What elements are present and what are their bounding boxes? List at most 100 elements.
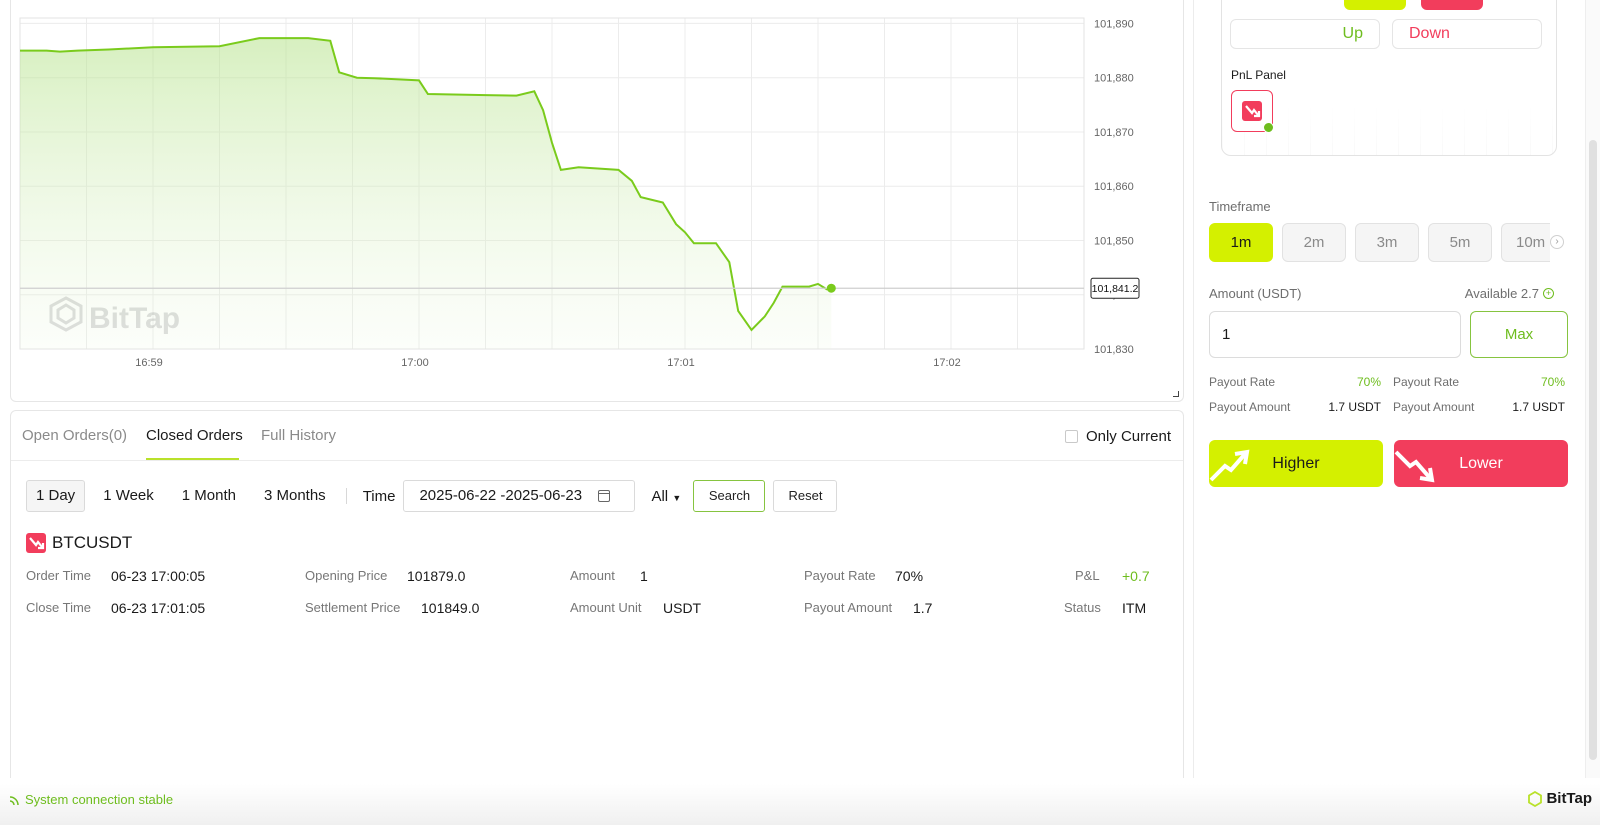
chevron-right-icon[interactable]: › — [1550, 235, 1564, 249]
symbol-name: BTCUSDT — [52, 533, 133, 552]
opening-price-label: Opening Price — [305, 568, 388, 583]
caret-down-icon: ▼ — [672, 492, 682, 503]
selected-check-icon — [1263, 122, 1274, 133]
price-chart[interactable]: 101,890 101,880 101,870 101,860 101,850 101,8… — [11, 0, 1185, 400]
scrollbar-thumb[interactable] — [1589, 140, 1597, 760]
orders-filter-row: 1 Day 1 Week 1 Month 3 Months Time 2025-… — [26, 480, 838, 512]
timeframe-5m[interactable]: 5m — [1428, 223, 1492, 262]
range-1-week-button[interactable]: 1 Week — [93, 480, 164, 512]
search-button[interactable]: Search — [693, 480, 766, 512]
payout-amount-label: Payout Amount — [804, 600, 893, 615]
only-current-toggle[interactable]: Only Current — [1064, 428, 1171, 445]
current-price-label: 101,841.2 — [1092, 283, 1139, 295]
x-tick-label: 17:02 — [933, 357, 961, 369]
current-price-dot — [826, 283, 836, 293]
amount-unit-value: USDT — [663, 600, 702, 616]
x-tick-label: 17:01 — [667, 357, 695, 369]
opening-price-value: 101879.0 — [407, 568, 466, 584]
pnl-label: P&L — [1075, 568, 1100, 583]
date-range-picker[interactable]: 2025-06-22 -2025-06-23 — [403, 480, 636, 512]
only-current-checkbox[interactable] — [1064, 430, 1078, 443]
status-label: Status — [1064, 600, 1101, 615]
amount-label: Amount (USDT) — [1209, 286, 1302, 301]
range-1-month-button[interactable]: 1 Month — [172, 480, 246, 512]
payout-rate-label-higher: Payout Rate — [1209, 375, 1276, 389]
amount-value: 1 — [640, 568, 648, 584]
down-color-swatch[interactable] — [1421, 0, 1483, 10]
y-tick-label: 101,880 — [1094, 73, 1134, 85]
date-range-value: 2025-06-22 -2025-06-23 — [419, 487, 583, 504]
lower-button[interactable]: Lower — [1394, 440, 1568, 487]
close-time-value: 06-23 17:01:05 — [111, 600, 206, 616]
time-label: Time — [362, 487, 396, 505]
tab-full-history[interactable]: Full History — [261, 427, 336, 444]
footer-bar: System connection stable BitTap — [0, 784, 1600, 825]
payout-rate-value: 70% — [895, 568, 924, 584]
price-chart-card: 101,890 101,880 101,870 101,860 101,850 101,8… — [10, 0, 1184, 402]
settlement-price-value: 101849.0 — [421, 600, 480, 616]
pnl-panel-label: PnL Panel — [1231, 68, 1286, 82]
settlement-price-label: Settlement Price — [305, 600, 401, 615]
payout-amount-label-higher: Payout Amount — [1209, 400, 1291, 414]
payout-rate-value-lower: 70% — [1540, 375, 1565, 389]
y-tick-label: 101,830 — [1094, 344, 1134, 356]
x-tick-label: 17:00 — [401, 357, 429, 369]
timeframe-1m[interactable]: 1m — [1209, 223, 1273, 262]
available-balance: Available 2.7 + — [1465, 286, 1554, 301]
watermark-text: BitTap — [89, 302, 180, 335]
timeframe-label: Timeframe — [1209, 199, 1271, 214]
connection-status: System connection stable — [9, 792, 173, 807]
pnl-style-option[interactable] — [1231, 90, 1274, 133]
chart-resize-handle[interactable] — [1173, 391, 1179, 397]
payout-rate-label-lower: Payout Rate — [1393, 375, 1460, 389]
direction-filter-select[interactable]: All ▼ — [651, 488, 693, 505]
order-time-label: Order Time — [26, 568, 92, 583]
payout-rate-label: Payout Rate — [804, 568, 876, 583]
y-tick-label: 101,870 — [1094, 127, 1134, 139]
y-tick-label: 101,860 — [1094, 181, 1134, 193]
tab-open-orders[interactable]: Open Orders(0) — [22, 427, 127, 444]
payout-amount-value: 1.7 — [913, 600, 933, 616]
order-time-value: 06-23 17:00:05 — [111, 568, 206, 584]
payout-rate-value-higher: 70% — [1356, 375, 1381, 389]
only-current-label: Only Current — [1085, 428, 1171, 445]
lower-label: Lower — [1459, 455, 1503, 472]
range-3-months-button[interactable]: 3 Months — [254, 480, 336, 512]
reset-button[interactable]: Reset — [773, 480, 838, 512]
available-balance-text: Available 2.7 — [1464, 286, 1539, 301]
amount-unit-label: Amount Unit — [570, 600, 642, 615]
trend-down-icon — [1242, 101, 1262, 121]
tab-closed-orders[interactable]: Closed Orders — [146, 427, 243, 444]
order-symbol: BTCUSDT — [26, 533, 132, 553]
signal-icon — [9, 795, 19, 805]
amount-input[interactable] — [1209, 311, 1461, 358]
up-color-swatch[interactable] — [1344, 0, 1406, 10]
payout-amount-value-higher: 1.7 USDT — [1328, 400, 1381, 414]
timeframe-3m[interactable]: 3m — [1355, 223, 1419, 262]
active-tab-indicator — [146, 458, 239, 460]
max-button[interactable]: Max — [1470, 311, 1568, 358]
add-funds-icon[interactable]: + — [1543, 288, 1554, 299]
timeframe-10m[interactable]: 10m — [1501, 223, 1550, 262]
brand-logo: BitTap — [1527, 790, 1592, 807]
higher-button[interactable]: Higher — [1209, 440, 1383, 487]
payout-amount-value-lower: 1.7 USDT — [1512, 400, 1565, 414]
hexagon-logo-icon — [1528, 790, 1543, 807]
y-tick-label: 101,850 — [1094, 235, 1134, 247]
pnl-value: +0.7 — [1122, 568, 1150, 584]
orders-panel: Open Orders(0) Closed Orders Full Histor… — [10, 410, 1184, 778]
direction-filter-value: All — [651, 487, 669, 505]
trade-panel: Up Down PnL Panel Timeframe 1m 2m 3m 5m … — [1193, 0, 1568, 778]
page-scrollbar[interactable] — [1585, 0, 1600, 778]
status-value: ITM — [1122, 600, 1147, 616]
higher-label: Higher — [1272, 455, 1320, 472]
y-tick-label: 101,890 — [1094, 18, 1134, 30]
range-1-day-button[interactable]: 1 Day — [26, 480, 86, 512]
timeframe-2m[interactable]: 2m — [1282, 223, 1346, 262]
pnl-panel-card: Up Down PnL Panel — [1221, 0, 1557, 156]
down-button[interactable]: Down — [1392, 19, 1542, 49]
trend-down-icon — [1394, 450, 1435, 483]
filter-divider — [345, 488, 347, 504]
brand-name: BitTap — [1546, 790, 1592, 807]
up-button[interactable]: Up — [1230, 19, 1380, 49]
